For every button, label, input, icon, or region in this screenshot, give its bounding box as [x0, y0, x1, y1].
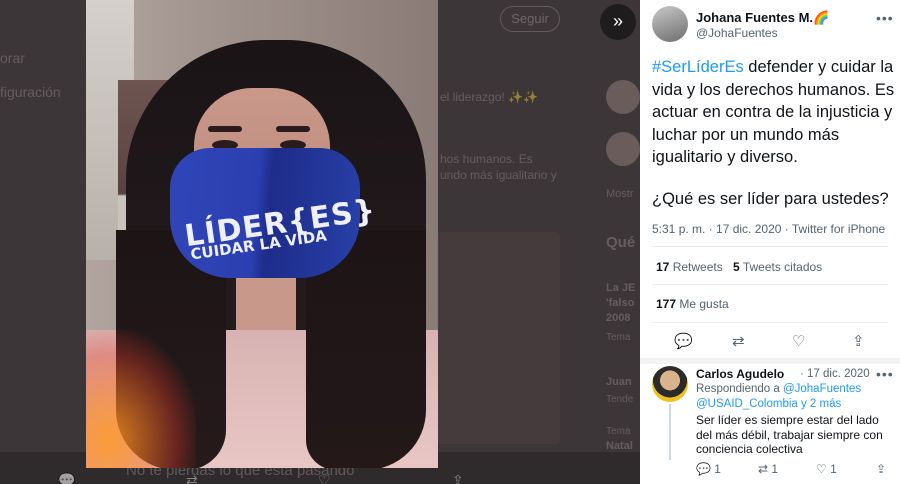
bg-snippet: hos humanos. Es: [440, 152, 533, 166]
reply-icon: 💬: [696, 462, 711, 476]
tweet-text: #SerLíderEs defender y cuidar la vida y …: [652, 56, 896, 169]
divider: [652, 246, 888, 247]
like-icon: ♡: [816, 462, 827, 476]
bg-snippet: 2008: [606, 312, 631, 324]
bg-avatar: [606, 80, 640, 114]
quotes-label: Tweets citados: [742, 260, 823, 274]
bg-follow-button: Seguir: [500, 6, 560, 32]
mention-link-more[interactable]: @USAID_Colombia y 2 más: [696, 398, 841, 410]
divider: [652, 284, 888, 285]
retweet-icon[interactable]: ⇄: [186, 472, 198, 484]
author-name[interactable]: Johana Fuentes M.🌈: [696, 10, 829, 26]
tweet-photo[interactable]: LÍDER{ES} CUIDAR LA VIDA: [86, 0, 438, 468]
likes-count: 177: [656, 297, 677, 311]
reply-date[interactable]: · 17 dic. 2020: [800, 368, 870, 380]
replying-to: Respondiendo a @JohaFuentes: [696, 383, 861, 395]
replying-prefix: Respondiendo a: [696, 383, 780, 395]
share-icon[interactable]: ⇪: [852, 332, 865, 350]
likes-stat[interactable]: 177 Me gusta: [656, 297, 729, 311]
photo-brow: [276, 126, 310, 132]
tweet-detail-panel: Johana Fuentes M.🌈 @JohaFuentes ••• #Ser…: [640, 0, 900, 484]
reply-text: Ser líder es siempre estar del lado del …: [696, 413, 883, 456]
bg-snippet: La JE: [606, 282, 636, 294]
quotes-stat[interactable]: 5 Tweets citados: [733, 260, 822, 274]
bg-snippet: undo más igualitario y: [440, 168, 557, 182]
mention-link[interactable]: @JohaFuentes: [783, 383, 861, 395]
reply-action[interactable]: 💬 1: [696, 462, 721, 476]
hashtag-link[interactable]: #SerLíderEs: [652, 58, 744, 76]
like-count: 1: [830, 462, 837, 476]
retweets-count: 17: [656, 260, 670, 274]
share-icon[interactable]: ⇪: [452, 472, 464, 484]
author-name-text[interactable]: Johana Fuentes M.: [696, 10, 813, 25]
bg-snippet: Natal: [606, 440, 633, 452]
reply-avatar[interactable]: [652, 366, 688, 402]
thread-line: [669, 404, 671, 460]
bg-snippet: Tema: [606, 426, 631, 437]
bg-snippet: Tema: [606, 332, 631, 343]
section-separator: [640, 358, 900, 364]
retweets-label: Retweets: [672, 260, 723, 274]
avatar[interactable]: [652, 6, 688, 42]
retweets-stat[interactable]: 17 Retweets: [656, 260, 723, 274]
bg-avatar: [606, 132, 640, 166]
bg-snippet: 'falso: [606, 297, 635, 309]
bg-snippet: Qué: [606, 234, 636, 251]
author-handle[interactable]: @JohaFuentes: [696, 26, 778, 40]
reply-count: 1: [714, 462, 721, 476]
retweet-action[interactable]: ⇄ 1: [758, 462, 778, 476]
bg-snippet: Juan: [606, 376, 632, 388]
more-options-icon[interactable]: •••: [876, 366, 894, 382]
bg-snippet: el liderazgo! ✨✨: [440, 90, 538, 104]
bg-menu-item: orar: [0, 50, 25, 66]
reply-icon[interactable]: 💬: [674, 332, 693, 350]
like-icon[interactable]: ♡: [318, 472, 331, 484]
retweet-icon[interactable]: ⇄: [732, 332, 745, 350]
reply-author-name[interactable]: Carlos Agudelo: [696, 367, 784, 381]
retweet-count: 1: [771, 462, 779, 476]
light-flare: [86, 330, 196, 468]
likes-label: Me gusta: [679, 297, 729, 311]
photo-brow: [208, 126, 242, 132]
like-icon[interactable]: ♡: [792, 332, 805, 350]
bg-card: [436, 232, 560, 444]
like-action[interactable]: ♡ 1: [816, 462, 837, 476]
share-icon[interactable]: ⇪: [876, 462, 886, 476]
tweet-question: ¿Qué es ser líder para ustedes?: [652, 190, 889, 208]
quotes-count: 5: [733, 260, 740, 274]
tweet-meta[interactable]: 5:31 p. m. · 17 dic. 2020 · Twitter for …: [652, 222, 885, 236]
bg-menu-item: figuración: [0, 84, 61, 100]
chevrons-right-icon[interactable]: »: [600, 4, 636, 40]
rainbow-emoji: 🌈: [813, 10, 830, 25]
retweet-icon: ⇄: [758, 462, 769, 476]
divider: [652, 322, 888, 323]
more-options-icon[interactable]: •••: [876, 10, 894, 26]
bg-snippet: Tende: [606, 394, 634, 405]
bg-snippet: Mostr: [606, 188, 634, 200]
reply-icon[interactable]: 💬: [58, 472, 75, 484]
